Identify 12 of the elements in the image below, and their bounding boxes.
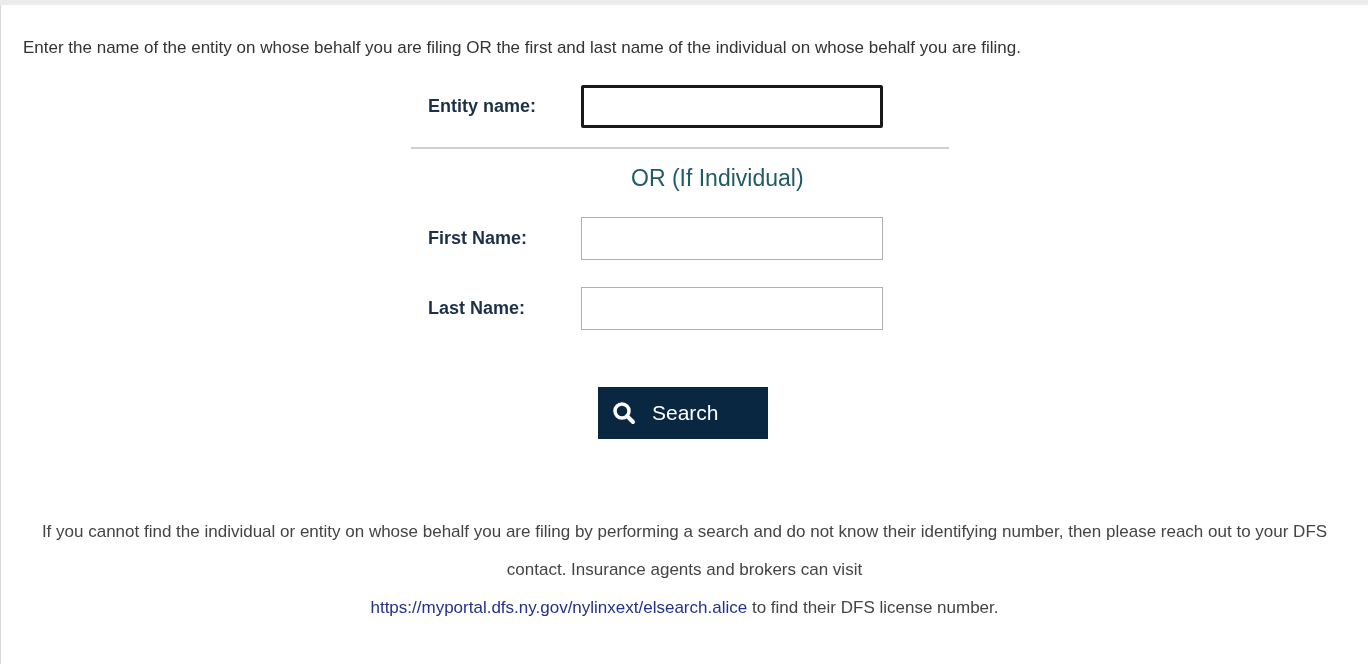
field-label: Last Name: — [427, 296, 527, 320]
license-search-link[interactable]: https://myportal.dfs.ny.gov/nylinxext/elsearch.alice — [370, 597, 748, 617]
help-paragraph: If you cannot find the individual or entity on whose behalf you are filing by performing a search and do not know their identifying number, then please reach out to your DFS contact. Insurance agents and brokers can visit https://myportal.dfs.ny.gov/nylinxext/elsearch.alice to find their DFS license number. — [40, 520, 1329, 619]
input-field[interactable] — [581, 216, 883, 260]
search-button[interactable]: Search — [598, 386, 768, 439]
input-field[interactable] — [581, 286, 883, 330]
intro-text: Enter the name of the entity on whose behalf you are filing OR the first and last name of the individual on whose behalf you are filing. — [22, 37, 1022, 59]
separator-text: OR (If Individual) — [631, 164, 804, 193]
search-icon — [612, 400, 636, 425]
field-label: First Name: — [427, 226, 529, 250]
input-field[interactable] — [581, 85, 883, 128]
field-label: Entity name: — [427, 95, 538, 118]
